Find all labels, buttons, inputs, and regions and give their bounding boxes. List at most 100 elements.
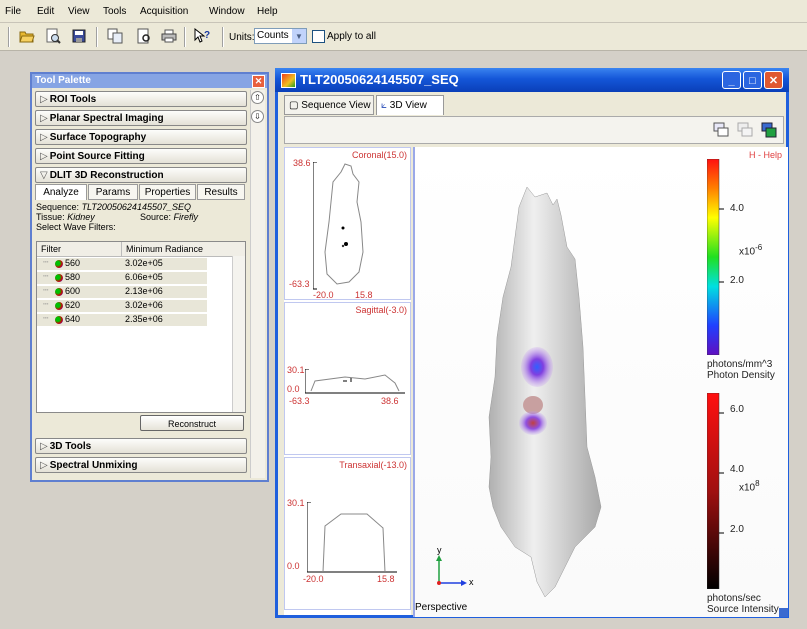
filter-value: 640	[65, 314, 81, 324]
tab-properties[interactable]: Properties	[139, 184, 196, 200]
density-title-label: Photon Density	[707, 370, 775, 381]
units-select[interactable]: Counts ▼	[254, 28, 307, 44]
menu-file[interactable]: File	[5, 6, 21, 17]
transaxial-slice[interactable]: Transaxial(-13.0) 30.1 0.0 -20.0 15.8	[284, 457, 411, 610]
tissue-info: Tissue: Kidney	[36, 212, 95, 222]
help-pointer-icon[interactable]: ?	[193, 27, 211, 45]
tab-results[interactable]: Results	[197, 184, 245, 200]
layers-disabled-icon[interactable]	[737, 122, 753, 141]
coronal-outline	[313, 162, 364, 290]
menu-edit[interactable]: Edit	[37, 6, 54, 17]
resize-grip-icon[interactable]	[779, 608, 788, 617]
section-label: DLIT 3D Reconstruction	[49, 170, 164, 181]
print-preview-icon[interactable]	[135, 27, 153, 45]
save-icon[interactable]	[70, 27, 88, 45]
apply-to-all-label: Apply to all	[327, 31, 376, 42]
menu-bar: File Edit View Tools Acquisition Window …	[0, 0, 807, 23]
y-max-label: 38.6	[293, 158, 311, 168]
close-icon[interactable]: ✕	[252, 75, 265, 88]
section-label: Surface Topography	[49, 132, 147, 143]
mouse-3d-model	[488, 187, 602, 598]
copy-icon[interactable]	[106, 27, 124, 45]
x-min-label: -20.0	[313, 290, 334, 300]
axis-x-label: x	[469, 577, 474, 587]
y-min-label: 0.0	[287, 561, 300, 571]
radiance-value: 2.13e+06	[125, 286, 163, 296]
minimize-icon[interactable]: _	[722, 71, 741, 89]
section-surface-topography[interactable]: ▷ Surface Topography	[35, 129, 247, 145]
tissue-value: Kidney	[67, 212, 95, 222]
maximize-icon[interactable]: □	[743, 71, 762, 89]
layers-icon[interactable]	[713, 122, 729, 141]
document-icon: ▢	[289, 100, 299, 111]
menu-view[interactable]: View	[68, 6, 90, 17]
column-header-minimum-radiance[interactable]: Minimum Radiance	[121, 242, 203, 256]
chevron-down-icon: ▽	[40, 170, 48, 181]
reconstruct-button[interactable]: Reconstruct	[140, 415, 244, 431]
table-row[interactable]: ┄ 620 3.02e+06	[37, 299, 207, 312]
collapse-icon[interactable]: ⇩	[251, 110, 264, 123]
expand-icon[interactable]: ⇧	[251, 91, 264, 104]
section-point-source-fitting[interactable]: ▷ Point Source Fitting	[35, 148, 247, 164]
palette-scrollbar[interactable]	[250, 90, 265, 478]
column-header-filter[interactable]: Filter	[41, 242, 61, 256]
chevron-right-icon: ▷	[40, 113, 48, 124]
find-icon[interactable]	[44, 27, 62, 45]
close-icon[interactable]: ✕	[764, 71, 783, 89]
3d-view-canvas[interactable]: H - Help 4.0 2.0 x10-6 photons/mm^3 Phot…	[413, 147, 788, 617]
window-title-bar[interactable]: TLT20050624145507_SEQ _ □ ✕	[275, 68, 789, 92]
chevron-down-icon[interactable]: ▼	[292, 29, 306, 43]
table-row[interactable]: ┄ 580 6.06e+05	[37, 271, 207, 284]
chevron-right-icon: ▷	[40, 94, 48, 105]
y-max-label: 30.1	[287, 498, 305, 508]
tab-sequence-view[interactable]: ▢ Sequence View	[284, 95, 374, 115]
source-value: Firefly	[173, 212, 199, 222]
section-planar-spectral-imaging[interactable]: ▷ Planar Spectral Imaging	[35, 110, 247, 126]
slice-title: Transaxial(-13.0)	[339, 460, 407, 470]
slice-views: Coronal(15.0) 38.6 -63.3 -20.0 15.8 Sagi…	[284, 147, 411, 615]
help-hint: H - Help	[748, 150, 782, 160]
tab-analyze[interactable]: Analyze	[35, 184, 87, 200]
menu-window[interactable]: Window	[209, 6, 245, 17]
table-row[interactable]: ┄ 640 2.35e+06	[37, 313, 207, 326]
table-row[interactable]: ┄ 600 2.13e+06	[37, 285, 207, 298]
export-image-icon[interactable]	[761, 122, 777, 141]
filter-table: Filter Minimum Radiance ┄ 560 3.02e+05 ┄ 58…	[36, 241, 246, 413]
tool-palette: Tool Palette ✕ ⇧ ⇩ ▷ ROI Tools ▷ Planar Sp…	[30, 72, 269, 482]
perspective-label: Perspective	[415, 602, 468, 613]
filter-icon	[55, 302, 63, 310]
section-3d-tools[interactable]: ▷ 3D Tools	[35, 438, 247, 454]
print-icon[interactable]	[160, 27, 178, 45]
menu-acquisition[interactable]: Acquisition	[140, 6, 188, 17]
chevron-right-icon: ▷	[40, 132, 48, 143]
apply-to-all-checkbox[interactable]	[312, 30, 325, 43]
axes-icon: ⟀	[381, 100, 387, 111]
source-label: Source:	[140, 212, 172, 222]
filter-value: 600	[65, 286, 81, 296]
section-label: Point Source Fitting	[49, 151, 145, 162]
section-spectral-unmixing[interactable]: ▷ Spectral Unmixing	[35, 457, 247, 473]
open-folder-icon[interactable]	[18, 27, 36, 45]
radiance-value: 2.35e+06	[125, 314, 163, 324]
menu-tools[interactable]: Tools	[103, 6, 126, 17]
toolbar: ? Units: Counts ▼ Apply to all	[0, 23, 807, 51]
table-scrollbar[interactable]	[232, 256, 245, 412]
section-dlit-3d-reconstruction[interactable]: ▽ DLIT 3D Reconstruction	[35, 167, 247, 183]
radiance-value: 6.06e+05	[125, 272, 163, 282]
menu-help[interactable]: Help	[257, 6, 278, 17]
coronal-slice[interactable]: Coronal(15.0) 38.6 -63.3 -20.0 15.8	[284, 147, 411, 300]
section-roi-tools[interactable]: ▷ ROI Tools	[35, 91, 247, 107]
radiance-value: 3.02e+06	[125, 300, 163, 310]
tab-3d-view[interactable]: ⟀ 3D View	[376, 95, 444, 115]
palette-title-bar[interactable]: Tool Palette ✕	[32, 74, 267, 88]
sagittal-slice[interactable]: Sagittal(-3.0) 30.1 0.0 -63.3 38.6	[284, 302, 411, 455]
chevron-right-icon: ▷	[40, 441, 48, 452]
tab-label: Sequence View	[301, 100, 371, 111]
filter-icon	[55, 288, 63, 296]
table-row[interactable]: ┄ 560 3.02e+05	[37, 257, 207, 270]
filter-value: 620	[65, 300, 81, 310]
tab-params[interactable]: Params	[88, 184, 138, 200]
section-label: ROI Tools	[49, 94, 97, 105]
sequence-window: TLT20050624145507_SEQ _ □ ✕ ▢ Sequence V…	[275, 68, 789, 618]
orientation-axes-icon	[436, 555, 467, 586]
